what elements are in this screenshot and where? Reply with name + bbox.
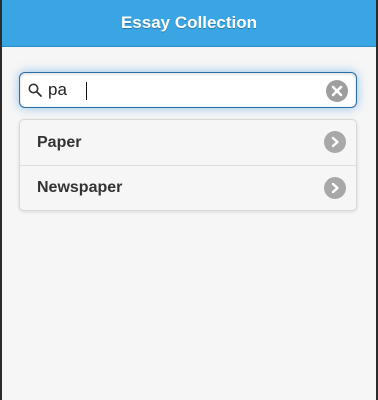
search-input[interactable] — [48, 76, 316, 104]
list-item[interactable]: Paper — [20, 120, 356, 165]
list-item[interactable]: Newspaper — [20, 165, 356, 210]
search-results-list: Paper Newspaper — [19, 119, 357, 211]
window-frame-left — [0, 0, 2, 400]
search-box[interactable] — [19, 72, 357, 108]
text-caret — [86, 82, 87, 100]
clear-icon[interactable] — [326, 80, 348, 102]
page-title: Essay Collection — [120, 13, 258, 32]
chevron-right-icon — [324, 131, 346, 153]
search-icon — [28, 83, 42, 97]
list-item-label: Newspaper — [37, 179, 123, 196]
app-header: Essay Collection — [2, 0, 376, 47]
chevron-right-icon — [324, 177, 346, 199]
list-item-label: Paper — [37, 133, 82, 151]
